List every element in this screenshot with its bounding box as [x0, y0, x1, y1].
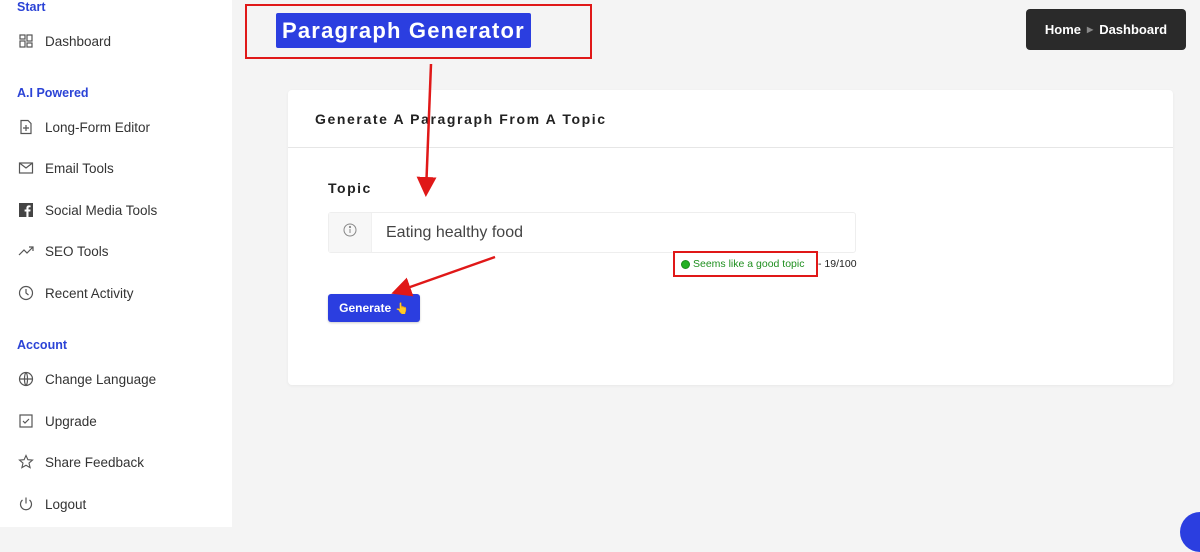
trend-up-icon [17, 242, 35, 260]
topic-input[interactable] [372, 222, 828, 243]
breadcrumb-home[interactable]: Home [1045, 22, 1081, 37]
topic-addon [329, 213, 372, 252]
sidebar-item-label: Social Media Tools [45, 202, 158, 218]
globe-icon [17, 370, 35, 388]
chevron-right-icon: ▶ [1087, 25, 1094, 34]
page-title: Paragraph Generator [276, 13, 531, 48]
star-icon [17, 453, 35, 471]
breadcrumb: Home ▶ Dashboard [1026, 9, 1186, 50]
sidebar-item-label: Upgrade [45, 413, 97, 429]
sidebar-item-dashboard[interactable]: Dashboard [17, 30, 111, 52]
sidebar-item-email-tools[interactable]: Email Tools [17, 157, 114, 179]
clock-icon [17, 284, 35, 302]
sidebar-item-social-media-tools[interactable]: Social Media Tools [17, 199, 157, 221]
sidebar-item-long-form-editor[interactable]: Long-Form Editor [17, 116, 150, 138]
sidebar-item-label: Logout [45, 496, 87, 512]
green-dot-icon [681, 259, 690, 269]
envelope-icon [17, 159, 35, 177]
topic-label: Topic [328, 180, 372, 196]
card-header: Generate A Paragraph From A Topic [288, 90, 1173, 148]
document-plus-icon [17, 118, 35, 136]
sidebar-item-label: Change Language [45, 371, 157, 387]
info-icon [343, 223, 357, 242]
sidebar-item-recent-activity[interactable]: Recent Activity [17, 282, 134, 304]
sidebar-item-upgrade[interactable]: Upgrade [17, 410, 97, 432]
section-label-account: Account [17, 338, 67, 352]
topic-hint: Seems like a good topic [681, 258, 804, 270]
breadcrumb-current[interactable]: Dashboard [1099, 22, 1167, 37]
pointing-hand-icon: 👆 [395, 302, 409, 315]
generate-button[interactable]: Generate 👆 [328, 294, 420, 322]
sidebar-item-label: Share Feedback [45, 454, 145, 470]
sidebar: Start Dashboard A.I Powered Long-Form Ed… [0, 0, 232, 527]
topic-field[interactable] [328, 212, 856, 253]
dashboard-grid-icon [17, 32, 35, 50]
topic-hint-text: Seems like a good topic [693, 258, 805, 270]
section-label-start: Start [17, 0, 46, 14]
power-icon [17, 495, 35, 513]
sidebar-item-label: Email Tools [45, 160, 114, 176]
sidebar-item-logout[interactable]: Logout [17, 493, 86, 515]
facebook-icon [17, 201, 35, 219]
sidebar-item-share-feedback[interactable]: Share Feedback [17, 451, 144, 473]
generate-label: Generate [339, 301, 392, 315]
sidebar-item-label: Dashboard [45, 33, 112, 49]
section-label-ai-powered: A.I Powered [17, 86, 89, 100]
sidebar-item-change-language[interactable]: Change Language [17, 368, 156, 390]
sidebar-item-label: SEO Tools [45, 243, 109, 259]
sidebar-item-label: Long-Form Editor [45, 119, 151, 135]
card-title: Generate A Paragraph From A Topic [315, 111, 607, 127]
sidebar-item-seo-tools[interactable]: SEO Tools [17, 240, 109, 262]
character-counter: - 19/100 [818, 258, 857, 270]
sidebar-item-label: Recent Activity [45, 285, 134, 301]
checkbox-icon [17, 412, 35, 430]
